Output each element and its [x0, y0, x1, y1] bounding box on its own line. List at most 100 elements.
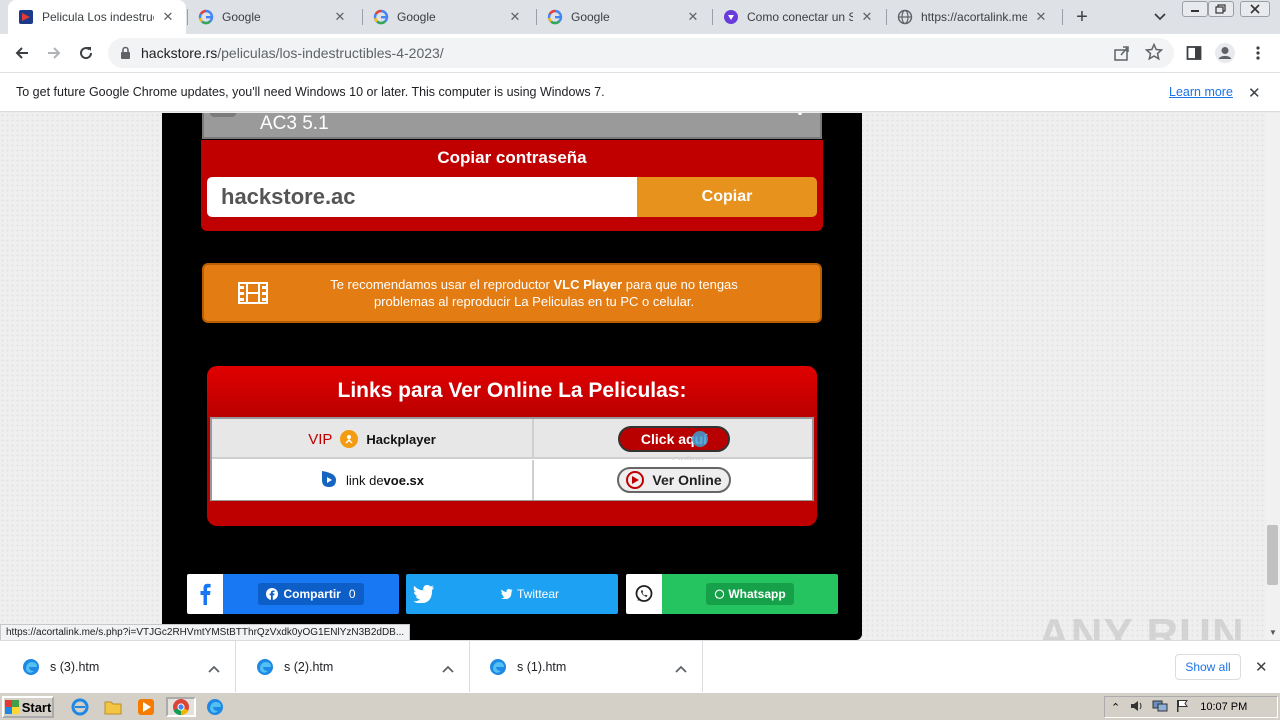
close-icon[interactable]: ✕: [160, 9, 176, 25]
speaker-icon: [210, 113, 236, 117]
audio-format-text: AC3 5.1: [260, 113, 329, 134]
facebook-share-button[interactable]: Compartir 0: [187, 574, 399, 614]
tab-acortalink[interactable]: https://acortalink.me/s ✕: [887, 0, 1059, 34]
chevron-up-icon[interactable]: [675, 660, 687, 678]
download-item[interactable]: s (1).htm: [469, 641, 703, 693]
tab-title: Google: [571, 10, 610, 24]
vlc-text-before: Te recomendamos usar el reproductor: [330, 277, 554, 292]
volume-icon[interactable]: [1130, 700, 1144, 715]
share-buttons-row: Compartir 0 Twittear Whatsapp: [187, 574, 839, 614]
new-tab-button[interactable]: +: [1068, 5, 1096, 29]
password-heading: Copiar contraseña: [437, 148, 587, 167]
window-close-icon[interactable]: [1240, 1, 1270, 17]
taskbar-clock: 10:07 PM: [1200, 701, 1248, 713]
close-icon[interactable]: ✕: [1255, 658, 1268, 676]
whatsapp-share-label: Whatsapp: [728, 587, 786, 601]
profile-avatar-icon[interactable]: [1213, 41, 1237, 65]
url-path: /peliculas/los-indestructibles-4-2023/: [217, 45, 444, 61]
bookmark-star-icon[interactable]: [1144, 42, 1164, 66]
kebab-menu-icon[interactable]: [1246, 41, 1270, 65]
click-aqui-button[interactable]: Click aquí: [618, 426, 730, 452]
tray-expand-icon[interactable]: ⌃: [1111, 701, 1120, 714]
close-icon[interactable]: ✕: [1248, 84, 1261, 102]
start-button[interactable]: Start: [2, 696, 54, 718]
download-item[interactable]: s (2).htm: [236, 641, 470, 693]
table-row: link de voe.sx Ver Online: [212, 460, 812, 500]
whatsapp-icon: [626, 574, 662, 614]
password-field[interactable]: hackstore.ac: [207, 177, 637, 217]
scrollbar-thumb[interactable]: [1267, 525, 1278, 585]
close-icon[interactable]: ✕: [1033, 9, 1049, 25]
media-player-icon[interactable]: [134, 697, 158, 717]
chevron-up-icon[interactable]: [442, 660, 454, 678]
link-source-cell: VIP Hackplayer: [212, 419, 534, 459]
audio-info-row: AC3 5.1: [202, 113, 822, 139]
vlc-player-name: VLC Player: [553, 277, 623, 292]
chevron-up-icon[interactable]: [208, 660, 220, 678]
edge-file-icon: [489, 658, 507, 681]
url-domain: hackstore.rs: [141, 45, 218, 61]
source-name: voe.sx: [383, 472, 425, 488]
lock-icon[interactable]: [120, 46, 131, 65]
download-filename: s (2).htm: [284, 660, 334, 674]
browser-toolbar: hackstore.rs/peliculas/los-indestructibl…: [0, 34, 1280, 72]
edge-file-icon: [22, 658, 40, 681]
twitter-share-label: Twittear: [516, 587, 559, 601]
tab-google-1[interactable]: Google ✕: [188, 0, 358, 34]
chrome-taskbar-icon[interactable]: [166, 697, 196, 717]
tab-title: Como conectar un Smart: [747, 10, 853, 24]
close-icon[interactable]: ✕: [859, 9, 875, 25]
tab-title: Google: [222, 10, 261, 24]
internet-explorer-icon[interactable]: [68, 697, 92, 717]
side-panel-icon[interactable]: [1182, 41, 1206, 65]
close-icon[interactable]: ✕: [685, 9, 701, 25]
restore-icon[interactable]: [1208, 1, 1234, 17]
action-center-flag-icon[interactable]: [1176, 699, 1189, 716]
play-circle-icon: [626, 471, 645, 489]
download-filename: s (3).htm: [50, 660, 100, 674]
copy-password-button[interactable]: Copiar: [637, 177, 817, 217]
hackplayer-icon: [340, 430, 359, 448]
edge-taskbar-icon[interactable]: [203, 697, 227, 717]
tab-separator: [1062, 9, 1063, 25]
address-bar[interactable]: hackstore.rs/peliculas/los-indestructibl…: [108, 38, 1174, 68]
close-icon[interactable]: ✕: [507, 9, 523, 25]
download-filename: s (1).htm: [517, 660, 567, 674]
chevron-down-icon[interactable]: [1148, 5, 1172, 29]
tab-como-conectar[interactable]: Como conectar un Smart ✕: [713, 0, 885, 34]
table-row: VIP Hackplayer Click aquí Online: [212, 419, 812, 467]
google-icon: [547, 9, 563, 25]
source-name: Hackplayer: [366, 431, 436, 447]
tab-pelicula[interactable]: Pelicula Los indestructibles 4 (2023) ✕: [8, 0, 186, 34]
minimize-icon[interactable]: [1182, 1, 1208, 17]
google-icon: [198, 9, 214, 25]
online-links-box: Links para Ver Online La Peliculas: VIP …: [207, 366, 817, 526]
tab-google-2[interactable]: Google ✕: [363, 0, 533, 34]
google-icon: [373, 9, 389, 25]
system-tray: ⌃ 10:07 PM: [1104, 696, 1278, 718]
network-icon[interactable]: [1152, 700, 1168, 715]
download-item[interactable]: s (3).htm: [2, 641, 236, 693]
whatsapp-share-button[interactable]: Whatsapp: [626, 574, 838, 614]
ver-online-button[interactable]: Ver Online: [617, 467, 731, 493]
globe-icon: [897, 9, 913, 25]
twitter-share-button[interactable]: Twittear: [406, 574, 618, 614]
learn-more-link[interactable]: Learn more: [1169, 85, 1233, 99]
download-shelf: s (3).htm s (2).htm s (1).htm Show all ✕: [0, 640, 1280, 693]
forward-arrow-icon[interactable]: [42, 41, 66, 65]
folder-icon[interactable]: [101, 697, 125, 717]
scroll-down-arrow-icon[interactable]: ▼: [1266, 625, 1280, 639]
facebook-share-main: Compartir 0: [223, 574, 399, 614]
back-arrow-icon[interactable]: [10, 41, 34, 65]
page-viewport: AC3 5.1 Copiar contraseña hackstore.ac C…: [0, 113, 1266, 640]
vip-label: VIP: [308, 430, 333, 448]
show-all-downloads-button[interactable]: Show all: [1175, 654, 1241, 680]
reload-icon[interactable]: [74, 41, 98, 65]
vlc-recommendation-box: Te recomendamos usar el reproductor VLC …: [202, 263, 822, 323]
start-label: Start: [21, 699, 52, 715]
twitter-icon: [406, 574, 442, 614]
close-icon[interactable]: ✕: [332, 9, 348, 25]
tab-google-3[interactable]: Google ✕: [537, 0, 711, 34]
links-table: VIP Hackplayer Click aquí Online: [210, 417, 814, 501]
page-content: AC3 5.1 Copiar contraseña hackstore.ac C…: [162, 113, 862, 640]
